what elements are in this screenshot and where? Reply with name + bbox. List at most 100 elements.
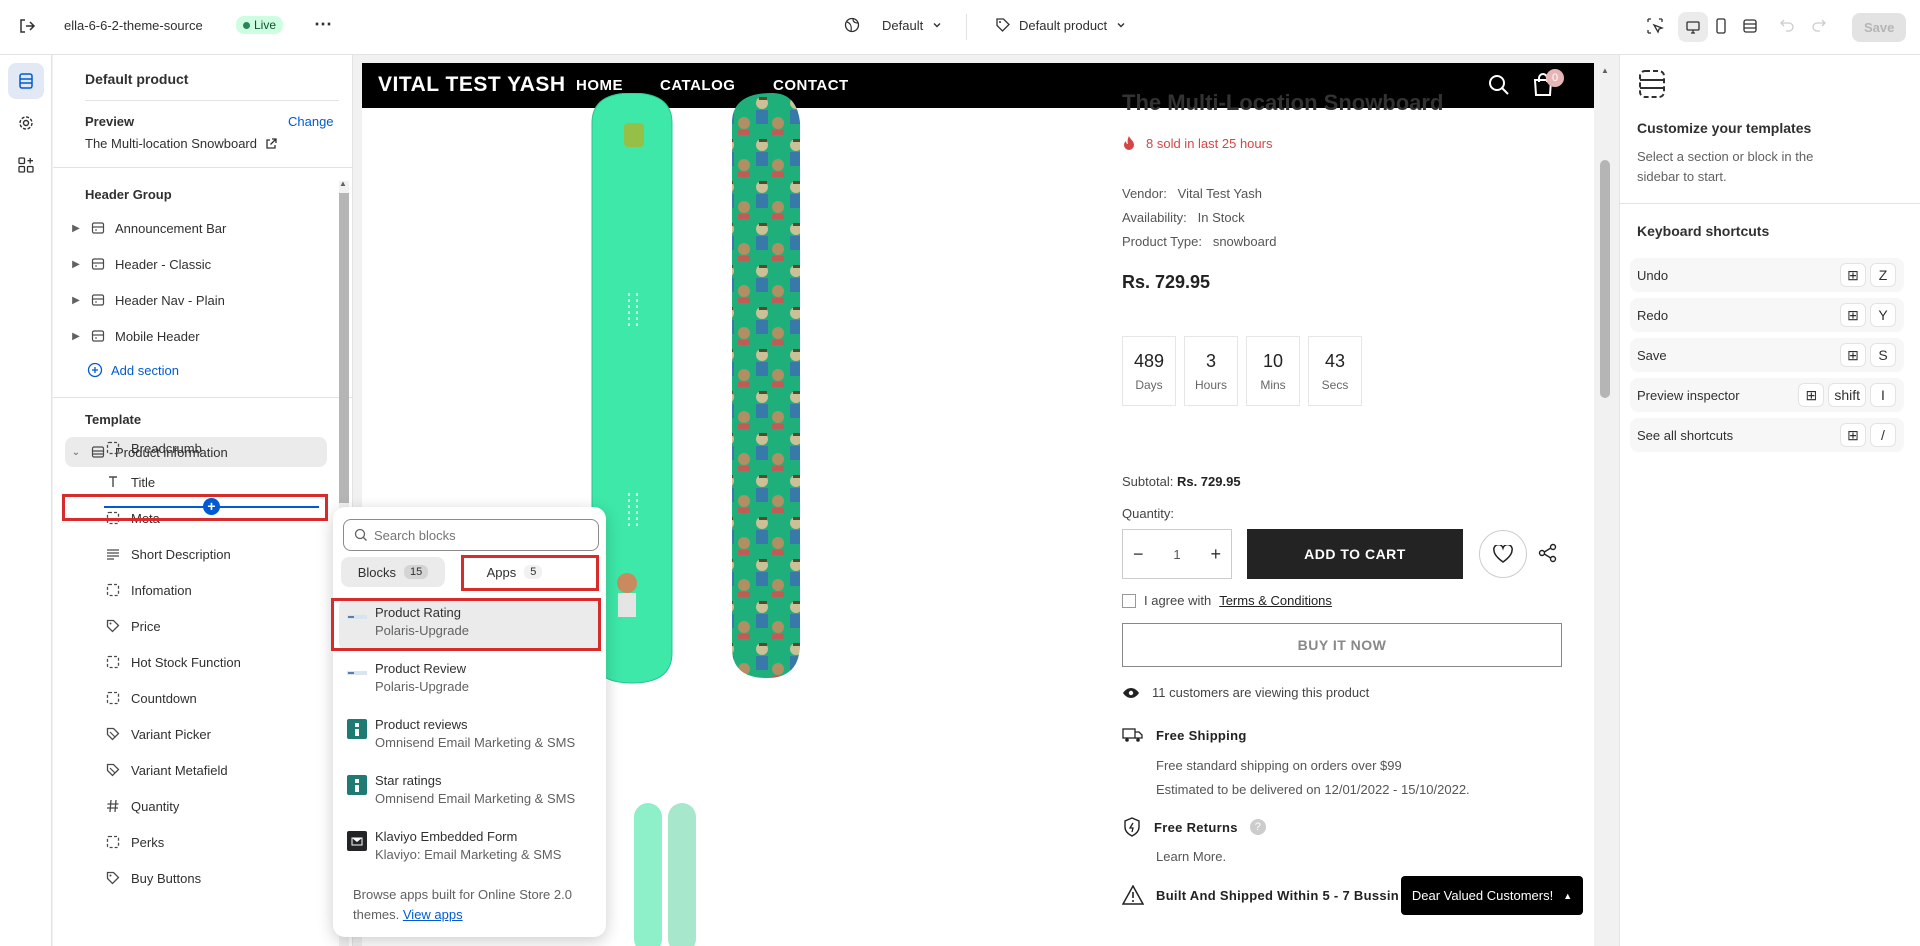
block-item[interactable]: Breadcrumb	[103, 433, 323, 463]
gear-icon	[17, 114, 35, 132]
toast-text: Dear Valued Customers!	[1411, 888, 1554, 903]
product-price: Rs. 729.95	[1122, 272, 1211, 292]
highlight-box	[331, 598, 601, 651]
section-label: Header - Classic	[115, 256, 212, 272]
fullscreen-icon[interactable]	[1742, 18, 1758, 34]
block-item[interactable]: Quantity	[103, 791, 323, 821]
search-blocks-field[interactable]	[343, 519, 599, 551]
more-actions-button[interactable]: ⋯	[314, 14, 332, 35]
block-label: Buy Buttons	[131, 870, 202, 886]
customer-notice-toast[interactable]: Dear Valued Customers! ▲	[1401, 876, 1583, 915]
save-button[interactable]: Save	[1852, 13, 1907, 42]
shortcut-key: Z	[1870, 263, 1896, 287]
block-label: Short Description	[131, 546, 231, 562]
app-block-product-review[interactable]: Product Review Polaris-Upgrade	[339, 655, 601, 707]
app-block-product-reviews[interactable]: Product reviews Omnisend Email Marketing …	[339, 711, 601, 763]
minus-icon[interactable]: −	[1133, 544, 1144, 565]
sidebar-scrollbar-thumb[interactable]	[339, 193, 349, 503]
product-thumbnail[interactable]	[630, 803, 700, 946]
section-header-classic[interactable]: ▶ Header - Classic	[65, 249, 327, 279]
chevron-down-icon	[1115, 19, 1127, 31]
block-label: Breadcrumb	[131, 440, 202, 456]
block-item[interactable]: Price	[103, 611, 323, 641]
scroll-up-icon[interactable]: ▲	[339, 179, 347, 188]
share-icon[interactable]	[1538, 543, 1558, 566]
block-item[interactable]: Short Description	[103, 539, 323, 569]
scroll-up-icon[interactable]: ▲	[1601, 66, 1609, 75]
nav-contact[interactable]: CONTACT	[773, 77, 849, 94]
nav-catalog[interactable]: CATALOG	[660, 77, 735, 94]
section-announcement-bar[interactable]: ▶ Announcement Bar	[65, 213, 327, 243]
exit-icon[interactable]	[18, 17, 36, 35]
plus-icon[interactable]: +	[1210, 544, 1221, 565]
flame-icon	[1122, 135, 1136, 151]
section-mobile-header[interactable]: ▶ Mobile Header	[65, 321, 327, 351]
tab-blocks[interactable]: Blocks 15	[341, 557, 445, 587]
section-icon	[87, 221, 109, 235]
view-apps-link[interactable]: View apps	[403, 907, 463, 922]
terms-link[interactable]: Terms & Conditions	[1219, 593, 1332, 608]
block-item[interactable]: Hot Stock Function	[103, 647, 323, 677]
wishlist-button[interactable]	[1479, 530, 1527, 578]
free-returns-title: Free Returns	[1154, 819, 1238, 835]
block-item[interactable]: Buy Buttons	[103, 863, 323, 893]
search-icon[interactable]	[1488, 74, 1510, 99]
buy-it-now-button[interactable]: BUY IT NOW	[1122, 623, 1562, 667]
redo-icon[interactable]	[1812, 18, 1826, 32]
customize-description: Select a section or block in the sidebar…	[1637, 149, 1814, 184]
customize-templates-icon	[1637, 69, 1667, 102]
type-value[interactable]: snowboard	[1213, 234, 1277, 249]
chevron-right-icon: ▶	[72, 222, 80, 234]
vendor-value[interactable]: Vital Test Yash	[1178, 186, 1262, 201]
desktop-view-button[interactable]	[1678, 12, 1708, 42]
block-item[interactable]: Title	[103, 467, 323, 497]
shortcut-row: See all shortcuts ⊞ /	[1630, 418, 1904, 452]
block-item[interactable]: Countdown	[103, 683, 323, 713]
template-selector[interactable]: Default	[844, 17, 943, 33]
app-block-star-ratings[interactable]: Star ratings Omnisend Email Marketing & S…	[339, 767, 601, 819]
preview-scrollbar-thumb[interactable]	[1600, 160, 1610, 398]
block-label: Quantity	[131, 798, 180, 814]
inspector-icon[interactable]	[1646, 17, 1664, 35]
nav-home[interactable]: HOME	[576, 77, 623, 94]
sections-rail-button[interactable]	[8, 63, 44, 99]
app-block-klaviyo-embedded-form[interactable]: Klaviyo Embedded Form Klaviyo: Email Mark…	[339, 823, 601, 875]
store-logo[interactable]: VITAL TEST YASH	[378, 73, 566, 97]
shortcut-key: I	[1870, 383, 1896, 407]
quantity-label: Quantity:	[1122, 506, 1175, 521]
product-main-image[interactable]	[582, 93, 802, 693]
shortcut-keys: ⊞ Z	[1840, 263, 1896, 287]
apps-rail-button[interactable]	[8, 147, 44, 183]
block-label: Infomation	[131, 582, 192, 598]
add-section-button[interactable]: Add section	[87, 362, 179, 378]
inspector-panel: Customize your templates Select a sectio…	[1619, 55, 1920, 946]
section-header-nav-plain[interactable]: ▶ Header Nav - Plain	[65, 285, 327, 315]
shortcut-row: Undo ⊞ Z	[1630, 258, 1904, 292]
live-badge: Live	[236, 16, 284, 34]
chevron-right-icon: ▶	[72, 330, 80, 342]
caret-up-icon: ▲	[1563, 890, 1573, 901]
desktop-icon	[1685, 19, 1701, 35]
quantity-value[interactable]: 1	[1173, 547, 1180, 562]
undo-icon[interactable]	[1780, 18, 1794, 32]
block-item[interactable]: Variant Picker	[103, 719, 323, 749]
block-item[interactable]: Infomation	[103, 575, 323, 605]
mobile-view-icon[interactable]	[1714, 18, 1728, 34]
block-item[interactable]: Variant Metafield	[103, 755, 323, 785]
search-blocks-input[interactable]	[374, 527, 574, 543]
learn-more-link[interactable]: Learn More.	[1156, 849, 1226, 864]
type-label: Product Type:	[1122, 234, 1202, 249]
tab-blocks-count: 15	[404, 565, 429, 579]
agree-text: I agree with	[1144, 593, 1212, 608]
settings-rail-button[interactable]	[8, 105, 44, 141]
countdown-value: 43	[1324, 351, 1346, 371]
block-item[interactable]: Perks	[103, 827, 323, 857]
preview-product[interactable]: The Multi-location Snowboard	[85, 136, 277, 151]
change-preview-link[interactable]: Change	[288, 114, 334, 129]
product-selector[interactable]: Default product	[995, 17, 1127, 33]
add-to-cart-button[interactable]: ADD TO CART	[1247, 529, 1463, 579]
shortcut-row: Preview inspector ⊞ shift I	[1630, 378, 1904, 412]
terms-checkbox[interactable]	[1122, 593, 1136, 608]
help-icon[interactable]: ?	[1249, 819, 1266, 835]
preview-label: Preview	[85, 114, 135, 129]
